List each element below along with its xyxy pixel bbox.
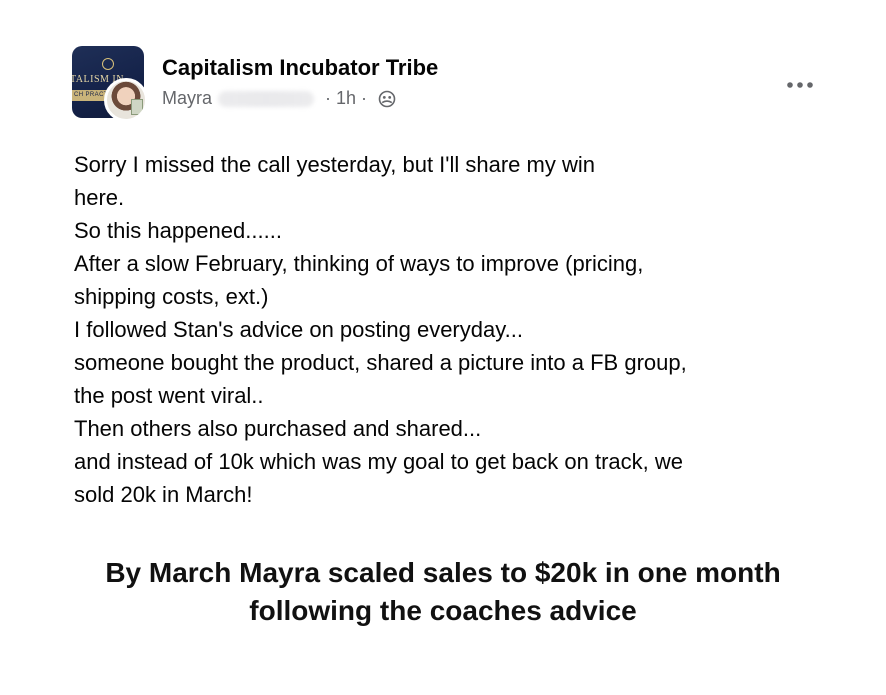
post-line: Then others also purchased and shared...	[74, 416, 482, 441]
group-name-link[interactable]: Capitalism Incubator Tribe	[162, 55, 438, 81]
post-card: TALISM IN CH PRACT Capitalism Incubator …	[0, 0, 886, 695]
post-line: sold 20k in March!	[74, 482, 253, 507]
post-line: someone bought the product, shared a pic…	[74, 350, 687, 375]
author-last-name-blurred	[218, 90, 315, 107]
post-line: Sorry I missed the call yesterday, but I…	[74, 152, 595, 177]
post-line: After a slow February, thinking of ways …	[74, 251, 644, 276]
author-name-link[interactable]: Mayra	[162, 88, 212, 109]
meta-separator: ·	[325, 88, 332, 108]
meta-separator: ·	[361, 88, 368, 108]
post-body-text: Sorry I missed the call yesterday, but I…	[74, 148, 814, 511]
post-timestamp[interactable]: 1h	[336, 88, 356, 109]
post-line: So this happened......	[74, 218, 282, 243]
caption-line-2: following the coaches advice	[249, 595, 637, 626]
post-line: shipping costs, ext.)	[74, 284, 269, 309]
caption-line-1: By March Mayra scaled sales to $20k in o…	[105, 557, 781, 588]
more-options-button[interactable]	[782, 72, 818, 98]
post-line: and instead of 10k which was my goal to …	[74, 449, 683, 474]
post-line: I followed Stan's advice on posting ever…	[74, 317, 523, 342]
caption: By March Mayra scaled sales to $20k in o…	[0, 554, 886, 630]
author-avatar[interactable]	[104, 78, 148, 122]
post-line: the post went viral..	[74, 383, 264, 408]
group-avatar-subtext: CH PRACT	[74, 92, 108, 98]
post-header: TALISM IN CH PRACT Capitalism Incubator …	[72, 46, 832, 126]
more-options-icon	[787, 82, 813, 88]
post-meta: Mayra · 1h ·	[162, 88, 396, 109]
group-logo-seal-icon	[102, 58, 114, 70]
post-line: here.	[74, 185, 125, 210]
group-members-icon	[378, 90, 396, 108]
